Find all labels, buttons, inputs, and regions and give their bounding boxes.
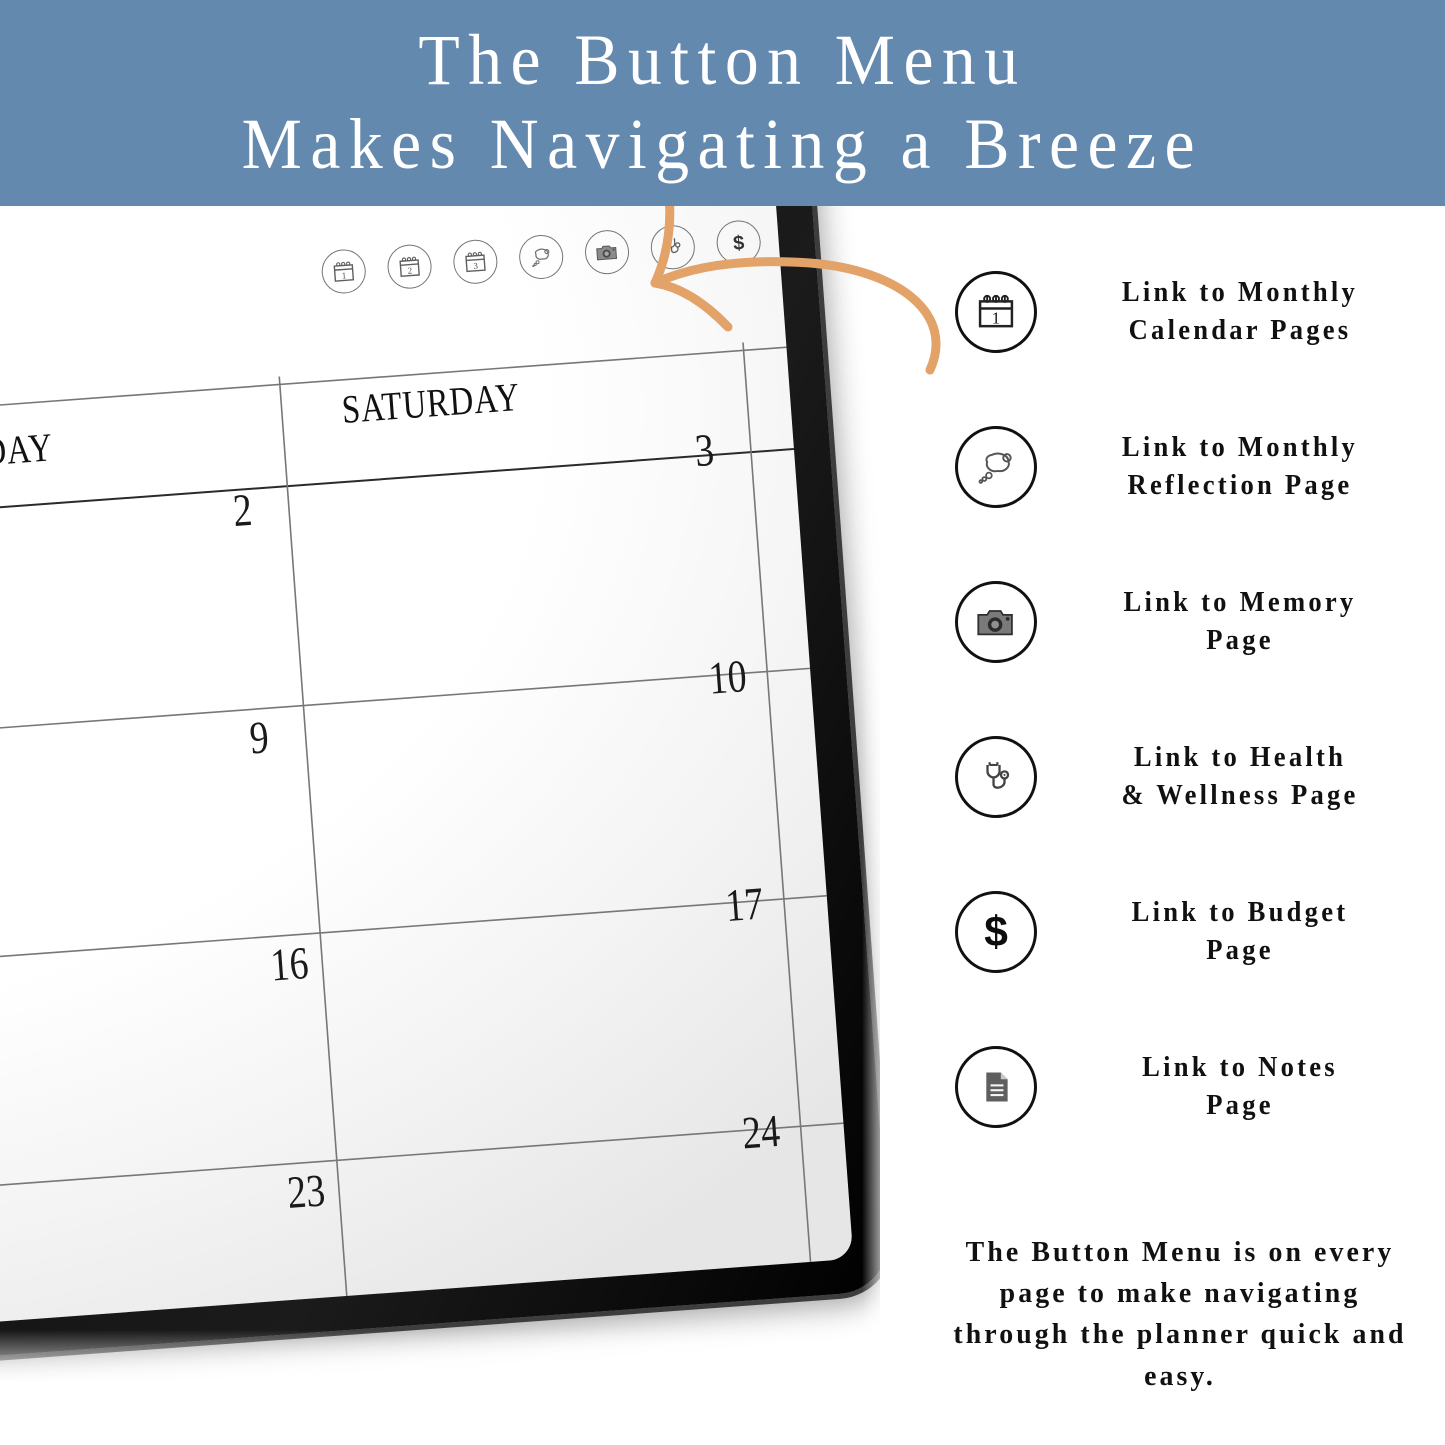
legend-label-memory: Link to Memory Page <box>1064 584 1416 660</box>
dollar-icon: $ <box>984 909 1008 955</box>
tablet-bezel: 1 2 3 $ FRIDAY SATURDAY 2 3 9 10 16 17 2… <box>0 103 892 1387</box>
svg-text:1: 1 <box>992 309 1000 328</box>
legend-label-calendar: Link to Monthly Calendar Pages <box>1064 274 1416 350</box>
calendar-3-icon: 3 <box>465 251 486 273</box>
calendar-1-icon: 1 <box>978 294 1014 328</box>
legend-label-health: Link to Health & Wellness Page <box>1064 739 1416 815</box>
promo-graphic: 1 2 3 $ FRIDAY SATURDAY 2 3 9 10 16 17 2… <box>0 0 1445 1445</box>
dollar-icon: $ <box>732 232 745 255</box>
legend-item-reflection[interactable]: Link to Monthly Reflection Page <box>955 417 1425 517</box>
calendar-2-icon: 2 <box>399 256 420 278</box>
calendar-date: 9 <box>247 711 271 764</box>
header-title-line2: Makes Navigating a Breeze <box>241 104 1204 184</box>
tablet-screen: 1 2 3 $ FRIDAY SATURDAY 2 3 9 10 16 17 2… <box>0 139 854 1351</box>
calendar-lines <box>0 342 854 1351</box>
legend-item-health[interactable]: Link to Health & Wellness Page <box>955 727 1425 827</box>
reflection-icon <box>978 452 1012 484</box>
notes-icon <box>986 1072 1008 1102</box>
header-title-line1: The Button Menu <box>418 20 1027 101</box>
camera-icon <box>596 245 618 261</box>
stethoscope-icon <box>666 238 681 254</box>
legend-label-line2: Reflection Page <box>1127 470 1353 501</box>
button-menu-calendar-2[interactable]: 2 <box>386 243 434 291</box>
header-banner: The Button Menu Makes Navigating a Breez… <box>0 0 1445 206</box>
legend-label-line1: Link to Notes <box>1142 1052 1338 1084</box>
legend-label-line2: Calendar Pages <box>1128 315 1352 346</box>
button-menu-camera[interactable] <box>583 228 631 276</box>
reflection-icon <box>532 248 550 268</box>
button-menu-health[interactable] <box>649 223 697 271</box>
button-menu-reflection[interactable] <box>517 233 565 281</box>
calendar-date: 10 <box>706 650 749 704</box>
calendar-date: 16 <box>268 936 311 991</box>
legend-item-calendar[interactable]: 1 Link to Monthly Calendar Pages <box>955 262 1425 362</box>
monthly-calendar-grid: DAY FRIDAY SATURDAY 1 2 3 8 9 10 15 16 1… <box>0 338 854 1351</box>
legend-label-line2: Page <box>1206 935 1274 966</box>
button-menu-bar[interactable]: 1 2 3 $ <box>320 214 829 296</box>
legend-item-budget[interactable]: $ Link to Budget Page <box>955 882 1425 982</box>
legend-label-reflection: Link to Monthly Reflection Page <box>1064 429 1416 505</box>
svg-text:1: 1 <box>341 270 346 280</box>
legend-label-line1: Link to Monthly <box>1121 432 1359 464</box>
svg-text:$: $ <box>732 232 745 255</box>
legend-label-budget: Link to Budget Page <box>1064 894 1416 970</box>
legend-badge-stethoscope <box>955 736 1037 818</box>
legend-list: 1 Link to Monthly Calendar Pages Link to… <box>955 262 1425 1137</box>
legend-label-line1: Link to Budget <box>1131 897 1349 929</box>
legend-item-notes[interactable]: Link to Notes Page <box>955 1037 1425 1137</box>
calendar-date: 24 <box>740 1104 782 1159</box>
legend-label-line2: Page <box>1206 1090 1274 1121</box>
legend-badge-notes <box>955 1046 1037 1128</box>
calendar-1-icon: 1 <box>333 261 355 282</box>
right-panel-fade <box>862 206 892 1445</box>
button-menu-budget[interactable]: $ <box>715 218 763 267</box>
legend-label-line1: Link to Monthly <box>1121 277 1359 309</box>
legend-label-line2: Page <box>1206 625 1274 656</box>
button-menu-calendar-3[interactable]: 3 <box>451 238 499 286</box>
tablet-mockup: 1 2 3 $ FRIDAY SATURDAY 2 3 9 10 16 17 2… <box>0 103 899 1397</box>
legend-item-memory[interactable]: Link to Memory Page <box>955 572 1425 672</box>
calendar-date: 17 <box>723 877 765 932</box>
camera-icon <box>977 610 1013 636</box>
legend-badge-reflection <box>955 426 1037 508</box>
legend-label-line1: Link to Memory <box>1123 587 1357 619</box>
legend-label-line1: Link to Health <box>1133 742 1347 774</box>
legend-badge-camera <box>955 581 1037 663</box>
calendar-date: 23 <box>285 1164 327 1219</box>
footnote-text: The Button Menu is on every page to make… <box>953 1236 1407 1392</box>
legend-label-notes: Link to Notes Page <box>1064 1049 1416 1125</box>
legend-badge-calendar: 1 <box>955 271 1037 353</box>
svg-text:$: $ <box>984 909 1008 955</box>
legend-label-line2: & Wellness Page <box>1121 780 1359 811</box>
calendar-date: 3 <box>693 423 716 477</box>
button-menu-calendar-1[interactable]: 1 <box>320 247 368 296</box>
legend-badge-dollar: $ <box>955 891 1037 973</box>
svg-text:3: 3 <box>473 261 479 271</box>
calendar-date: 2 <box>231 483 254 537</box>
svg-text:2: 2 <box>407 265 412 275</box>
stethoscope-icon <box>986 762 1010 789</box>
